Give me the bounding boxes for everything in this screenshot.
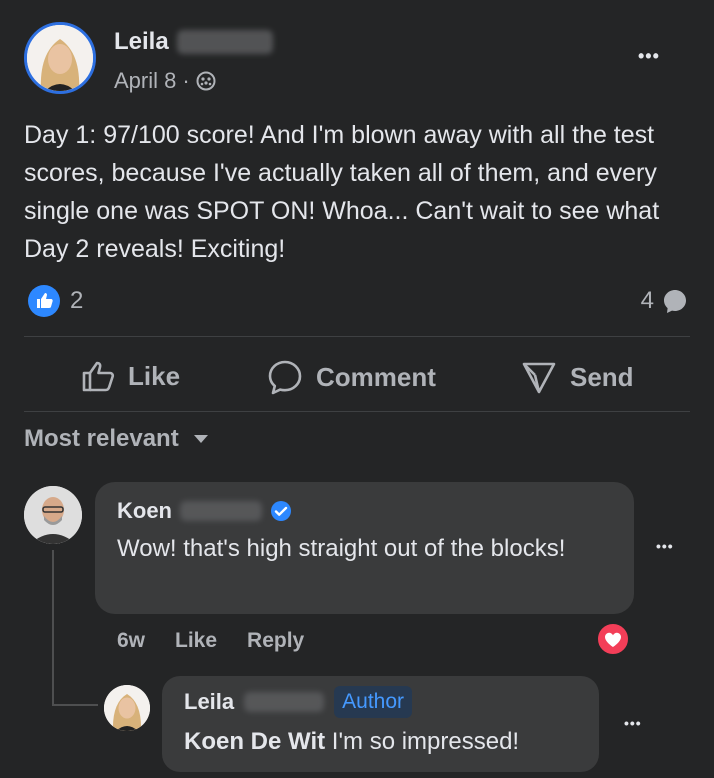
verified-badge-icon: [270, 500, 292, 522]
comment-button-label: Comment: [316, 361, 436, 392]
comment-timestamp[interactable]: 6w: [117, 629, 145, 653]
divider-bottom: [24, 411, 690, 412]
post-author-avatar[interactable]: [24, 22, 96, 94]
commenter-name[interactable]: Koen: [117, 498, 172, 524]
comment-icon: [266, 358, 304, 396]
thread-line-elbow: [52, 704, 98, 706]
thread-line: [52, 550, 54, 706]
comment-more-options-icon[interactable]: •••: [656, 538, 674, 554]
post-date[interactable]: April 8: [114, 68, 176, 94]
comment-like-link[interactable]: Like: [175, 629, 217, 653]
thumbs-up-icon: [80, 358, 116, 394]
sort-dropdown[interactable]: Most relevant: [24, 425, 209, 453]
date-separator: ·: [182, 68, 190, 93]
post-more-options-icon[interactable]: •••: [638, 46, 660, 67]
like-reaction-icon[interactable]: [28, 285, 60, 317]
like-button-label: Like: [128, 360, 181, 391]
comment-count[interactable]: 4: [641, 287, 654, 315]
post-body-text: Day 1: 97/100 score! And I'm blown away …: [24, 121, 660, 263]
sort-label: Most relevant: [24, 425, 179, 452]
send-icon: [520, 358, 558, 396]
commenter-avatar[interactable]: [24, 486, 82, 544]
commenter-surname-redacted: [180, 501, 262, 521]
reply-author-surname-redacted: [244, 692, 325, 712]
like-button[interactable]: Like: [80, 358, 180, 394]
comment-count-icon: [662, 288, 688, 314]
reply-author-name[interactable]: Leila: [184, 689, 234, 715]
comment-reply-link[interactable]: Reply: [247, 629, 304, 653]
comment-bubble[interactable]: Koen Wow! that's high straight out of th…: [95, 482, 634, 614]
audience-icon[interactable]: [196, 71, 216, 91]
heart-reaction-icon[interactable]: [596, 622, 630, 656]
reply-text: I'm so impressed!: [331, 728, 520, 755]
divider-top: [24, 336, 690, 337]
caret-down-icon: [193, 434, 209, 444]
reply-bubble[interactable]: Leila Author Koen De Wit I'm so impresse…: [162, 676, 599, 772]
author-badge: Author: [334, 686, 413, 718]
reply-mention[interactable]: Koen De Wit: [184, 728, 325, 755]
send-button-label: Send: [570, 361, 634, 392]
comment-text: Wow! that's high straight out of the blo…: [117, 535, 566, 562]
comment-button[interactable]: Comment: [266, 358, 436, 396]
send-button[interactable]: Send: [520, 358, 634, 396]
post-author-surname-redacted: [176, 30, 273, 54]
post-author-name[interactable]: Leila: [114, 28, 169, 56]
reply-author-avatar[interactable]: [104, 685, 150, 731]
like-count[interactable]: 2: [70, 287, 83, 315]
reply-more-options-icon[interactable]: •••: [624, 715, 642, 731]
